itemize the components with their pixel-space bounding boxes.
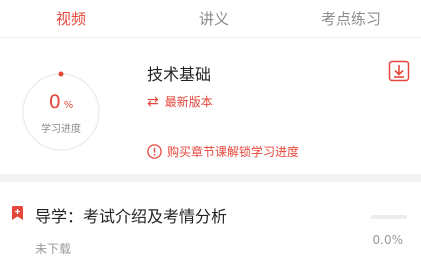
lesson-item[interactable]: 导学：考试介绍及考情分析 未下载 0.0% bbox=[0, 182, 421, 257]
version-label: 最新版本 bbox=[164, 95, 213, 109]
tab-practice[interactable]: 考点练习 bbox=[321, 8, 381, 29]
tab-handout[interactable]: 讲义 bbox=[199, 8, 229, 29]
progress-label: 学习进度 bbox=[41, 124, 81, 135]
tab-video[interactable]: 视频 bbox=[56, 8, 86, 29]
unlock-notice-text: 购买章节课解锁学习进度 bbox=[167, 145, 300, 159]
download-icon[interactable] bbox=[388, 60, 410, 82]
lesson-title: 导学：考试介绍及考情分析 bbox=[35, 207, 228, 226]
lesson-progress-bar bbox=[371, 215, 407, 219]
swap-icon: ⇄ bbox=[147, 93, 159, 110]
tab-bar: 视频 讲义 考点练习 bbox=[0, 0, 421, 38]
download-status: 未下载 bbox=[35, 242, 72, 256]
progress-value: 0% bbox=[48, 91, 74, 113]
lesson-progress-text: 0.0% bbox=[372, 233, 404, 247]
alert-icon bbox=[147, 144, 162, 159]
bookmark-icon bbox=[12, 206, 23, 220]
unlock-notice[interactable]: 购买章节课解锁学习进度 bbox=[147, 143, 299, 160]
course-title: 技术基础 bbox=[147, 65, 212, 84]
course-card: 0% 学习进度 技术基础 ⇄ 最新版本 购买章节课解锁学习进度 bbox=[0, 39, 421, 173]
progress-ring: 0% 学习进度 bbox=[20, 71, 102, 153]
version-switch[interactable]: ⇄ 最新版本 bbox=[147, 93, 213, 110]
section-divider bbox=[0, 174, 421, 182]
